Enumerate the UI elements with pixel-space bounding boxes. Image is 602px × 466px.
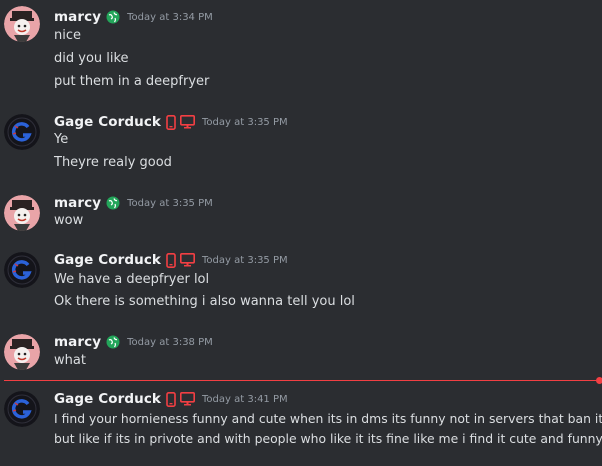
globe-icon[interactable] (106, 335, 120, 349)
message-header: marcy Today at 3:35 PM (54, 194, 213, 212)
avatar-gage-corduck[interactable] (4, 391, 40, 427)
mobile-icon[interactable] (166, 391, 176, 407)
username[interactable]: marcy (54, 334, 101, 350)
message-line: Theyre realy good (54, 155, 172, 170)
message-header: Gage Corduck Today at 3:35 PM (54, 251, 288, 269)
message-line: put them in a deepfryer (54, 74, 210, 89)
globe-icon[interactable] (106, 10, 120, 24)
message-line: did you like (54, 51, 129, 66)
timestamp[interactable]: Today at 3:41 PM (202, 394, 288, 405)
g-logo-avatar-icon (4, 391, 40, 427)
message-header: Gage Corduck Today at 3:41 PM (54, 390, 288, 408)
avatar-gage-corduck[interactable] (4, 252, 40, 288)
timestamp[interactable]: Today at 3:35 PM (202, 117, 288, 128)
message-header: marcy Today at 3:34 PM (54, 8, 213, 26)
clown-avatar-icon (4, 334, 40, 370)
username[interactable]: Gage Corduck (54, 252, 161, 268)
clown-avatar-icon (4, 195, 40, 231)
timestamp[interactable]: Today at 3:35 PM (202, 255, 288, 266)
message-header: marcy Today at 3:38 PM (54, 333, 213, 351)
desktop-icon[interactable] (180, 392, 196, 406)
globe-icon[interactable] (106, 196, 120, 210)
new-messages-divider (4, 380, 598, 381)
message-line: nice (54, 28, 81, 43)
avatar-marcy[interactable] (4, 195, 40, 231)
username[interactable]: marcy (54, 9, 101, 25)
g-logo-avatar-icon (4, 114, 40, 150)
username[interactable]: Gage Corduck (54, 391, 161, 407)
clown-avatar-icon (4, 6, 40, 42)
avatar-marcy[interactable] (4, 6, 40, 42)
username[interactable]: marcy (54, 195, 101, 211)
desktop-icon[interactable] (180, 253, 196, 267)
message-header: Gage Corduck Today at 3:35 PM (54, 113, 288, 131)
desktop-icon[interactable] (180, 115, 196, 129)
mobile-icon[interactable] (166, 252, 176, 268)
g-logo-avatar-icon (4, 252, 40, 288)
new-messages-marker (596, 377, 602, 384)
chat-message-list: marcy Today at 3:34 PM nice did you like… (0, 0, 602, 466)
timestamp[interactable]: Today at 3:35 PM (127, 198, 213, 209)
message-line: wow (54, 213, 84, 228)
timestamp[interactable]: Today at 3:38 PM (127, 337, 213, 348)
message-line: Ye (54, 132, 69, 147)
avatar-gage-corduck[interactable] (4, 114, 40, 150)
username[interactable]: Gage Corduck (54, 114, 161, 130)
mobile-icon[interactable] (166, 114, 176, 130)
avatar-marcy[interactable] (4, 334, 40, 370)
message-line: but like if its in privote and with peop… (54, 431, 602, 446)
timestamp[interactable]: Today at 3:34 PM (127, 12, 213, 23)
message-line: I find your hornieness funny and cute wh… (54, 411, 602, 426)
message-line: Ok there is something i also wanna tell … (54, 294, 355, 309)
message-line: We have a deepfryer lol (54, 272, 210, 287)
message-line: what (54, 353, 86, 368)
